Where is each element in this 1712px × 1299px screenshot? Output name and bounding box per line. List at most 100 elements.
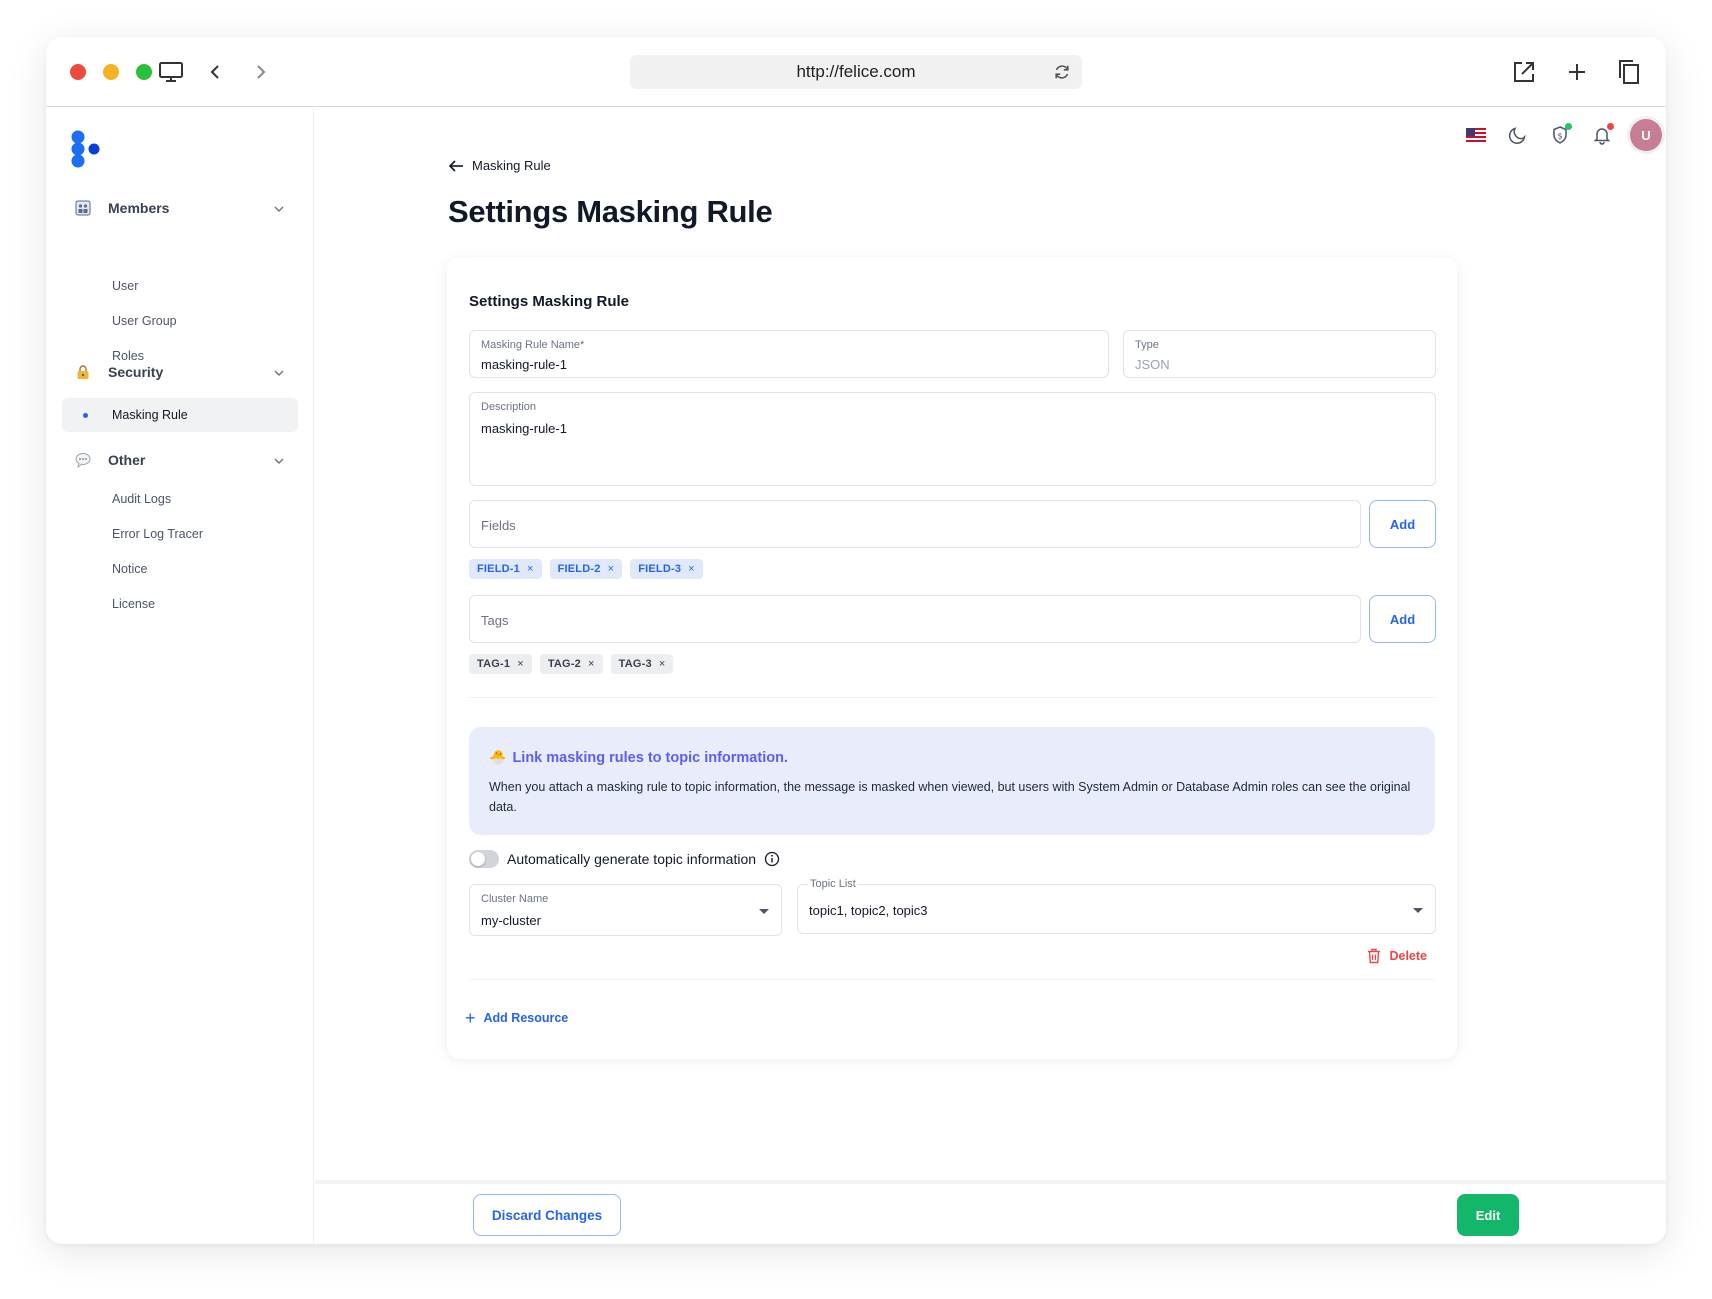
back-link[interactable]: Masking Rule <box>448 158 551 173</box>
remove-chip-icon[interactable]: × <box>517 658 524 670</box>
browser-toolbar: http://felice.com <box>46 37 1666 107</box>
remove-chip-icon[interactable]: × <box>588 658 595 670</box>
add-resource-label: Add Resource <box>483 1011 569 1025</box>
sidebar-item-error-log-tracer[interactable]: Error Log Tracer <box>62 517 298 551</box>
chip-label: FIELD-2 <box>557 563 601 575</box>
input-placeholder: Tags <box>481 613 509 628</box>
open-external-icon[interactable] <box>1509 57 1539 87</box>
chevron-down-icon <box>274 199 284 217</box>
dropdown-caret-icon <box>1413 908 1423 913</box>
maximize-window-button[interactable] <box>136 64 152 80</box>
edit-button[interactable]: Edit <box>1457 1194 1519 1236</box>
sidebar-item-label: User Group <box>112 314 177 328</box>
tag-chips: TAG-1 × TAG-2 × TAG-3 × <box>469 654 681 674</box>
field-chip: FIELD-3 × <box>630 559 703 579</box>
cluster-name-select[interactable]: Cluster Name my-cluster <box>469 884 782 936</box>
remove-chip-icon[interactable]: × <box>659 658 666 670</box>
address-bar[interactable]: http://felice.com <box>630 55 1082 89</box>
sidebar-section-security[interactable]: Security <box>62 354 298 390</box>
fields-input[interactable]: Fields <box>469 500 1361 548</box>
sidebar-section-label: Security <box>108 364 164 380</box>
field-label: Description <box>481 401 537 413</box>
remove-chip-icon[interactable]: × <box>527 563 534 575</box>
avatar[interactable]: U <box>1630 119 1662 151</box>
back-link-label: Masking Rule <box>472 158 551 173</box>
sidebar-section-members[interactable]: Members <box>62 190 298 226</box>
reload-icon[interactable] <box>1052 62 1072 87</box>
settings-card: Settings Masking Rule Masking Rule Name*… <box>447 257 1457 1059</box>
chip-label: TAG-2 <box>547 658 581 670</box>
sidebar-item-audit-logs[interactable]: Audit Logs <box>62 482 298 516</box>
sidebar-item-notice[interactable]: Notice <box>62 552 298 586</box>
topic-list-select[interactable]: Topic List topic1, topic2, topic3 <box>797 878 1436 934</box>
svg-text:$: $ <box>1557 132 1562 141</box>
field-label: Masking Rule Name* <box>481 339 585 351</box>
info-title: 🐣 Link masking rules to topic informatio… <box>489 749 788 766</box>
auto-generate-row: Automatically generate topic information <box>469 850 780 868</box>
chip-label: TAG-1 <box>477 658 511 670</box>
discard-changes-button[interactable]: Discard Changes <box>473 1194 621 1236</box>
minimize-window-button[interactable] <box>103 64 119 80</box>
description-field[interactable]: Description masking-rule-1 <box>469 392 1436 486</box>
delete-resource-button[interactable]: Delete <box>1367 948 1427 964</box>
field-value: masking-rule-1 <box>481 421 567 436</box>
header-actions: $ U <box>1452 117 1662 153</box>
sidebar-item-label: Error Log Tracer <box>112 527 204 541</box>
us-flag-icon[interactable] <box>1458 117 1494 153</box>
sidebar-item-label: Notice <box>112 562 148 576</box>
field-chip: FIELD-1 × <box>469 559 542 579</box>
chevron-down-icon <box>274 363 284 381</box>
info-body: When you attach a masking rule to topic … <box>489 780 1411 814</box>
remove-chip-icon[interactable]: × <box>608 563 615 575</box>
chip-label: FIELD-1 <box>477 563 520 575</box>
page-title: Settings Masking Rule <box>448 194 773 229</box>
sidebar-item-label: Masking Rule <box>112 408 188 422</box>
field-value: JSON <box>1135 357 1170 372</box>
masking-rule-name-field[interactable]: Masking Rule Name* masking-rule-1 <box>469 330 1109 378</box>
field-label: Cluster Name <box>481 893 549 905</box>
field-value: my-cluster <box>481 913 541 928</box>
moon-icon[interactable] <box>1500 117 1536 153</box>
forward-arrow-icon[interactable] <box>246 57 276 87</box>
add-field-button[interactable]: Add <box>1369 500 1436 548</box>
field-chip: FIELD-2 × <box>549 559 623 579</box>
copy-tabs-icon[interactable] <box>1614 57 1644 87</box>
sidebar-item-masking-rule[interactable]: Masking Rule <box>62 398 298 432</box>
dropdown-caret-icon <box>759 909 769 914</box>
tags-input[interactable]: Tags <box>469 595 1361 643</box>
arrow-left-icon <box>448 159 463 172</box>
speech-bubble-icon <box>74 451 92 469</box>
tag-chip: TAG-1 × <box>469 654 532 674</box>
hatching-chick-icon: 🐣 <box>489 749 507 765</box>
back-arrow-icon[interactable] <box>200 57 230 87</box>
sidebar-item-user[interactable]: User <box>62 269 298 303</box>
section-divider <box>469 979 1435 980</box>
sidebar-item-license[interactable]: License <box>62 587 298 621</box>
info-callout: 🐣 Link masking rules to topic informatio… <box>469 727 1435 835</box>
sidebar-section-other[interactable]: Other <box>62 442 298 478</box>
auto-generate-toggle[interactable] <box>469 850 499 868</box>
app-logo[interactable] <box>70 130 104 168</box>
bell-icon[interactable] <box>1584 117 1620 153</box>
remove-chip-icon[interactable]: × <box>688 563 695 575</box>
shield-icon[interactable]: $ <box>1542 117 1578 153</box>
close-window-button[interactable] <box>70 64 86 80</box>
tag-chip: TAG-3 × <box>610 654 674 674</box>
chevron-down-icon <box>274 451 284 469</box>
add-resource-button[interactable]: + Add Resource <box>465 1009 568 1027</box>
new-tab-plus-icon[interactable] <box>1562 57 1592 87</box>
toggle-label: Automatically generate topic information <box>507 851 757 867</box>
sidebar-section-label: Members <box>108 200 170 216</box>
info-circle-icon[interactable] <box>764 851 780 867</box>
notification-dot <box>1607 123 1614 130</box>
sidebar-item-label: License <box>112 597 156 611</box>
monitor-icon[interactable] <box>156 57 186 87</box>
toggle-knob <box>471 852 485 866</box>
tag-chip: TAG-2 × <box>539 654 603 674</box>
sidebar-item-label: User <box>112 279 139 293</box>
sidebar-section-label: Other <box>108 452 146 468</box>
add-tag-button[interactable]: Add <box>1369 595 1436 643</box>
sidebar-item-user-group[interactable]: User Group <box>62 304 298 338</box>
chip-label: TAG-3 <box>618 658 652 670</box>
trash-icon <box>1368 948 1381 964</box>
